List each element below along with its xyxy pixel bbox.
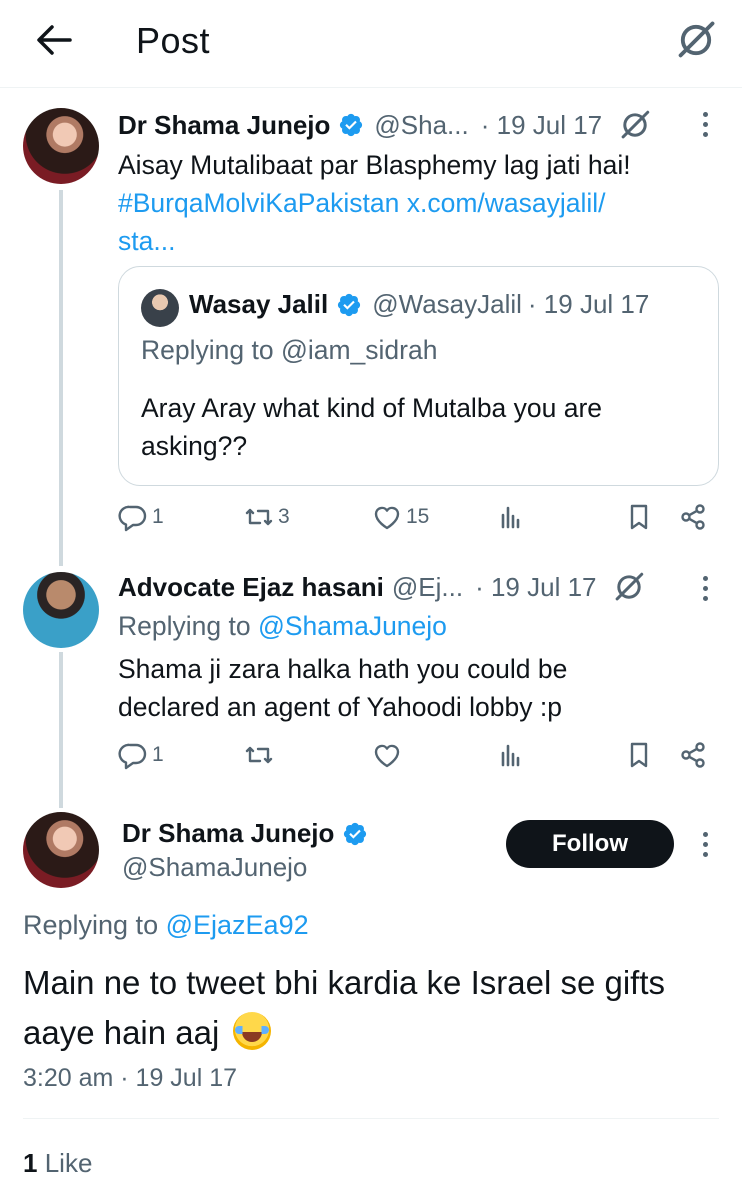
grok-icon[interactable] [618,108,652,142]
tweet-author-line: Dr Shama Junejo @Sha... · 19 Jul 17 [118,108,652,142]
tweet-date[interactable]: · 19 Jul 17 [481,110,602,141]
tweet-actions: 1 3 15 [118,502,718,542]
url-link[interactable]: x.com/wasayjalil/ [407,188,606,218]
more-options-icon[interactable] [699,832,711,862]
top-bar: Post [0,0,742,88]
likes-summary[interactable]: 1 Like [23,1148,92,1179]
tweet-author-line: Advocate Ejaz hasani @Ej... · 19 Jul 17 [118,570,646,604]
share-button[interactable] [678,502,708,532]
views-icon [496,502,526,532]
more-options-icon[interactable] [699,112,711,142]
share-button[interactable] [678,740,708,770]
hashtag-link[interactable]: #BurqaMolviKaPakistan [118,188,399,218]
replying-to-handle[interactable]: @EjazEa92 [166,910,309,940]
more-options-icon[interactable] [699,576,711,606]
author-handle[interactable]: @Sha... [374,110,468,141]
face-with-tears-of-joy-icon [232,1012,271,1050]
avatar[interactable] [23,812,99,888]
views-button[interactable] [496,740,526,770]
repost-icon [244,502,274,532]
avatar[interactable] [23,108,99,184]
share-icon [678,740,708,770]
share-icon [678,502,708,532]
bookmark-icon [624,740,654,770]
replying-to: Replying to @EjazEa92 [23,910,309,940]
grok-icon[interactable] [672,18,720,62]
heart-icon [372,502,402,532]
grok-icon[interactable] [612,570,646,604]
replying-to-handle[interactable]: @ShamaJunejo [258,611,447,641]
author-name[interactable]: Advocate Ejaz hasani [118,572,384,603]
repost-icon [244,740,274,770]
main-author-line: Dr Shama Junejo [122,818,378,849]
author-name[interactable]: Dr Shama Junejo [118,110,330,141]
quoted-tweet-card[interactable]: Wasay Jalil @WasayJalil · 19 Jul 17 Repl… [118,266,719,486]
like-button[interactable]: 15 [372,502,429,532]
verified-badge-icon [342,821,368,847]
verified-badge-icon [338,112,364,138]
reply-icon [118,740,148,770]
reply-button[interactable]: 1 [118,740,164,770]
tweet-text: Shama ji zara halka hath you could be de… [118,654,568,722]
verified-badge-icon [336,292,362,318]
heart-icon [372,740,402,770]
thread-line [59,190,63,566]
thread-line [59,652,63,808]
author-name[interactable]: Dr Shama Junejo [122,818,334,849]
replying-to: Replying to @ShamaJunejo [118,611,447,641]
bookmark-icon [624,502,654,532]
like-count: 1 [23,1148,38,1178]
views-icon [496,740,526,770]
main-tweet-text: Main ne to tweet bhi kardia ke Israel se… [23,964,665,1051]
like-button[interactable] [372,740,402,770]
like-label: Like [44,1148,93,1178]
page-title: Post [136,20,211,61]
repost-button[interactable] [244,740,274,770]
tweet-timestamp[interactable]: 3:20 am · 19 Jul 17 [23,1064,237,1093]
views-button[interactable] [496,502,526,532]
quoted-replying-to: Replying to @iam_sidrah [141,335,438,365]
author-handle[interactable]: @ShamaJunejo [122,852,307,883]
avatar [141,289,179,327]
follow-button[interactable]: Follow [506,820,674,868]
url-link-continued[interactable]: sta... [118,222,708,260]
repost-button[interactable]: 3 [244,502,290,532]
reply-icon [118,502,148,532]
back-arrow-icon[interactable] [34,22,74,58]
reply-button[interactable]: 1 [118,502,164,532]
quoted-author-handle: @WasayJalil [372,289,522,319]
quoted-author-name: Wasay Jalil [189,289,329,319]
tweet-actions: 1 [118,740,718,780]
author-handle[interactable]: @Ej... [392,572,463,603]
tweet-date[interactable]: · 19 Jul 17 [475,572,596,603]
divider [23,1118,719,1119]
bookmark-button[interactable] [624,502,654,532]
bookmark-button[interactable] [624,740,654,770]
quoted-tweet-date: · 19 Jul 17 [527,289,650,319]
quoted-tweet-text: Aray Aray what kind of Mutalba you are a… [141,393,603,461]
tweet-text: Aisay Mutalibaat par Blasphemy lag jati … [118,146,708,260]
avatar[interactable] [23,572,99,648]
quoted-author-line: Wasay Jalil @WasayJalil · 19 Jul 17 [189,289,649,320]
